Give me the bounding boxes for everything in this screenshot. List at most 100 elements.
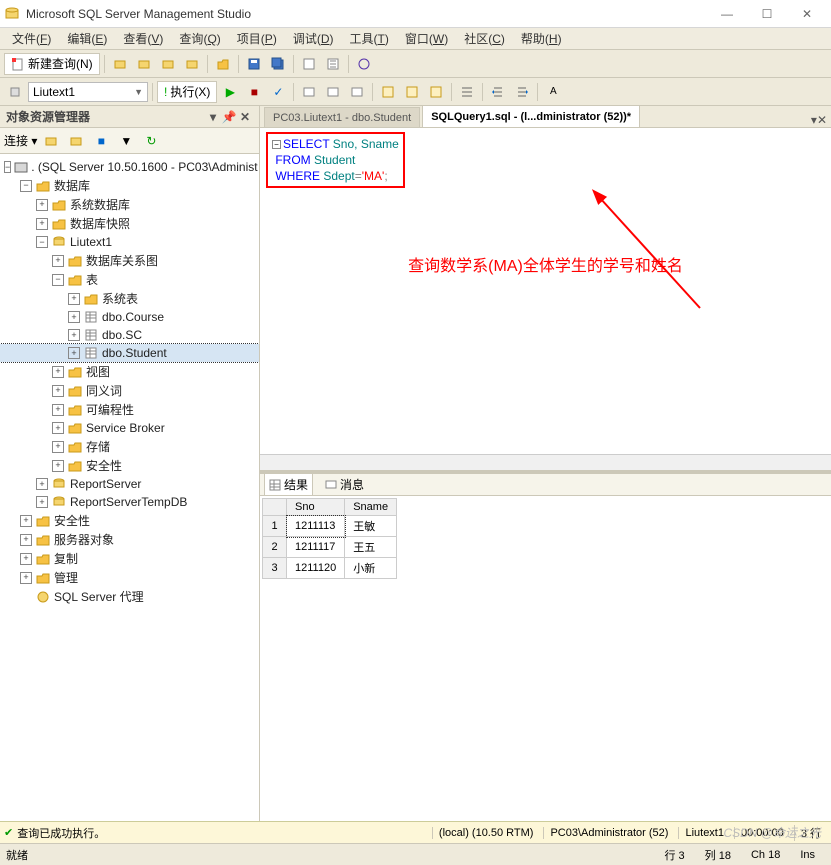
tree-security[interactable]: +安全性 bbox=[0, 511, 259, 530]
grid-row[interactable]: 2 1211117 王五 bbox=[263, 537, 397, 558]
menu-debug[interactable]: 调试(D) bbox=[285, 28, 342, 49]
editor-whitespace[interactable] bbox=[260, 276, 831, 471]
app-icon bbox=[4, 6, 20, 22]
activity-button[interactable] bbox=[353, 53, 375, 75]
tree-report-server[interactable]: +ReportServer bbox=[0, 475, 259, 493]
execute-button[interactable]: ! 执行(X) bbox=[157, 81, 217, 103]
oe-btn-2[interactable] bbox=[65, 130, 87, 152]
tree-db-snapshots[interactable]: +数据库快照 bbox=[0, 214, 259, 233]
toolbar-btn-x2[interactable] bbox=[322, 53, 344, 75]
tree-liutext1[interactable]: −Liutext1 bbox=[0, 233, 259, 251]
status-db: Liutext1 bbox=[678, 827, 730, 839]
menu-bar: 文件(F) 编辑(E) 查看(V) 查询(Q) 项目(P) 调试(D) 工具(T… bbox=[0, 28, 831, 50]
tree-tables[interactable]: −表 bbox=[0, 270, 259, 289]
tree-security-db[interactable]: +安全性 bbox=[0, 456, 259, 475]
grid-row[interactable]: 1 1211113 王敏 bbox=[263, 516, 397, 537]
col-header-sname[interactable]: Sname bbox=[345, 499, 397, 516]
tree-storage[interactable]: +存储 bbox=[0, 437, 259, 456]
tree-synonyms[interactable]: +同义词 bbox=[0, 381, 259, 400]
menu-query[interactable]: 查询(Q) bbox=[171, 28, 228, 49]
maximize-button[interactable]: ☐ bbox=[747, 2, 787, 26]
menu-help[interactable]: 帮助(H) bbox=[513, 28, 570, 49]
toolbar2-btn-a[interactable] bbox=[298, 81, 320, 103]
minimize-button[interactable]: — bbox=[707, 2, 747, 26]
grid-row[interactable]: 3 1211120 小新 bbox=[263, 558, 397, 579]
toolbar-btn-2[interactable] bbox=[133, 53, 155, 75]
tree-db-diagrams[interactable]: +数据库关系图 bbox=[0, 251, 259, 270]
tree-server-objects[interactable]: +服务器对象 bbox=[0, 530, 259, 549]
menu-project[interactable]: 项目(P) bbox=[229, 28, 285, 49]
object-explorer-title: 对象资源管理器 ▾ 📌 ✕ bbox=[0, 106, 259, 128]
tree-service-broker[interactable]: +Service Broker bbox=[0, 419, 259, 437]
toolbar2-btn-h[interactable]: A bbox=[542, 81, 564, 103]
toolbar-main: 新建查询(N) bbox=[0, 50, 831, 78]
object-tree[interactable]: −. (SQL Server 10.50.1600 - PC03\Adminis… bbox=[0, 154, 259, 821]
annotation-text: 查询数学系(MA)全体学生的学号和姓名 bbox=[260, 252, 831, 276]
toolbar2-btn-c[interactable] bbox=[346, 81, 368, 103]
close-button[interactable]: ✕ bbox=[787, 2, 827, 26]
messages-tab[interactable]: 消息 bbox=[321, 474, 368, 495]
menu-window[interactable]: 窗口(W) bbox=[397, 28, 456, 49]
parse-button[interactable]: ✓ bbox=[267, 81, 289, 103]
tab-student-table[interactable]: PC03.Liutext1 - dbo.Student bbox=[264, 107, 420, 127]
results-tab[interactable]: 结果 bbox=[264, 473, 313, 496]
new-query-button[interactable]: 新建查询(N) bbox=[4, 53, 100, 75]
outdent-button[interactable] bbox=[487, 81, 509, 103]
debug-button[interactable]: ▶ bbox=[219, 81, 241, 103]
tree-replication[interactable]: +复制 bbox=[0, 549, 259, 568]
open-button[interactable] bbox=[212, 53, 234, 75]
tree-server-root[interactable]: −. (SQL Server 10.50.1600 - PC03\Adminis… bbox=[0, 158, 259, 176]
toolbar-btn-x1[interactable] bbox=[298, 53, 320, 75]
tree-dbo-course[interactable]: +dbo.Course bbox=[0, 308, 259, 326]
oe-btn-3[interactable]: ■ bbox=[90, 130, 112, 152]
indent-button[interactable] bbox=[511, 81, 533, 103]
oe-refresh-icon[interactable]: ↻ bbox=[140, 130, 162, 152]
menu-edit[interactable]: 编辑(E) bbox=[59, 28, 115, 49]
tree-databases[interactable]: −数据库 bbox=[0, 176, 259, 195]
save-button[interactable] bbox=[243, 53, 265, 75]
connect-button[interactable]: 连接 ▾ bbox=[4, 132, 37, 149]
tree-management[interactable]: +管理 bbox=[0, 568, 259, 587]
fold-icon[interactable]: − bbox=[272, 140, 281, 149]
grid-icon bbox=[269, 479, 281, 491]
status-col: 列 18 bbox=[695, 847, 741, 863]
panel-close-icon[interactable]: ✕ bbox=[237, 109, 253, 125]
tab-close-icon[interactable]: ✕ bbox=[817, 113, 827, 127]
results-tabs: 结果 消息 bbox=[260, 474, 831, 496]
menu-view[interactable]: 查看(V) bbox=[115, 28, 171, 49]
col-header-sno[interactable]: Sno bbox=[287, 499, 345, 516]
menu-file[interactable]: 文件(F) bbox=[4, 28, 59, 49]
panel-dropdown-icon[interactable]: ▾ bbox=[205, 109, 221, 125]
toolbar2-btn-e[interactable] bbox=[401, 81, 423, 103]
oe-btn-1[interactable] bbox=[40, 130, 62, 152]
oe-filter-icon[interactable]: ▼ bbox=[115, 130, 137, 152]
menu-community[interactable]: 社区(C) bbox=[456, 28, 513, 49]
toolbar2-btn-g[interactable] bbox=[456, 81, 478, 103]
toolbar2-btn-d[interactable] bbox=[377, 81, 399, 103]
editor-area: PC03.Liutext1 - dbo.Student SQLQuery1.sq… bbox=[260, 106, 831, 821]
horizontal-scrollbar[interactable] bbox=[260, 454, 831, 470]
object-explorer-panel: 对象资源管理器 ▾ 📌 ✕ 连接 ▾ ■ ▼ ↻ −. (SQL Server … bbox=[0, 106, 260, 821]
tree-programmability[interactable]: +可编程性 bbox=[0, 400, 259, 419]
database-combo[interactable]: Liutext1 ▼ bbox=[28, 82, 148, 102]
tree-dbo-student[interactable]: +dbo.Student bbox=[0, 344, 259, 362]
toolbar-btn-3[interactable] bbox=[157, 53, 179, 75]
toolbar-btn-4[interactable] bbox=[181, 53, 203, 75]
tree-sys-db[interactable]: +系统数据库 bbox=[0, 195, 259, 214]
toolbar2-btn-b[interactable] bbox=[322, 81, 344, 103]
results-grid[interactable]: Sno Sname 1 1211113 王敏 2 1211117 王五 bbox=[260, 496, 831, 821]
tree-dbo-sc[interactable]: +dbo.SC bbox=[0, 326, 259, 344]
toolbar2-btn-1[interactable] bbox=[4, 81, 26, 103]
pin-icon[interactable]: 📌 bbox=[221, 109, 237, 125]
tree-sys-tables[interactable]: +系统表 bbox=[0, 289, 259, 308]
toolbar-btn-1[interactable] bbox=[109, 53, 131, 75]
sql-editor[interactable]: −SELECT Sno, Sname FROM Student WHERE Sd… bbox=[260, 128, 831, 192]
tree-report-server-tmp[interactable]: +ReportServerTempDB bbox=[0, 493, 259, 511]
tree-views[interactable]: +视图 bbox=[0, 362, 259, 381]
toolbar2-btn-f[interactable] bbox=[425, 81, 447, 103]
tab-sqlquery1[interactable]: SQLQuery1.sql - (l...dministrator (52))* bbox=[422, 105, 640, 127]
tree-sql-agent[interactable]: SQL Server 代理 bbox=[0, 587, 259, 606]
save-all-button[interactable] bbox=[267, 53, 289, 75]
menu-tools[interactable]: 工具(T) bbox=[342, 28, 397, 49]
stop-button[interactable]: ■ bbox=[243, 81, 265, 103]
